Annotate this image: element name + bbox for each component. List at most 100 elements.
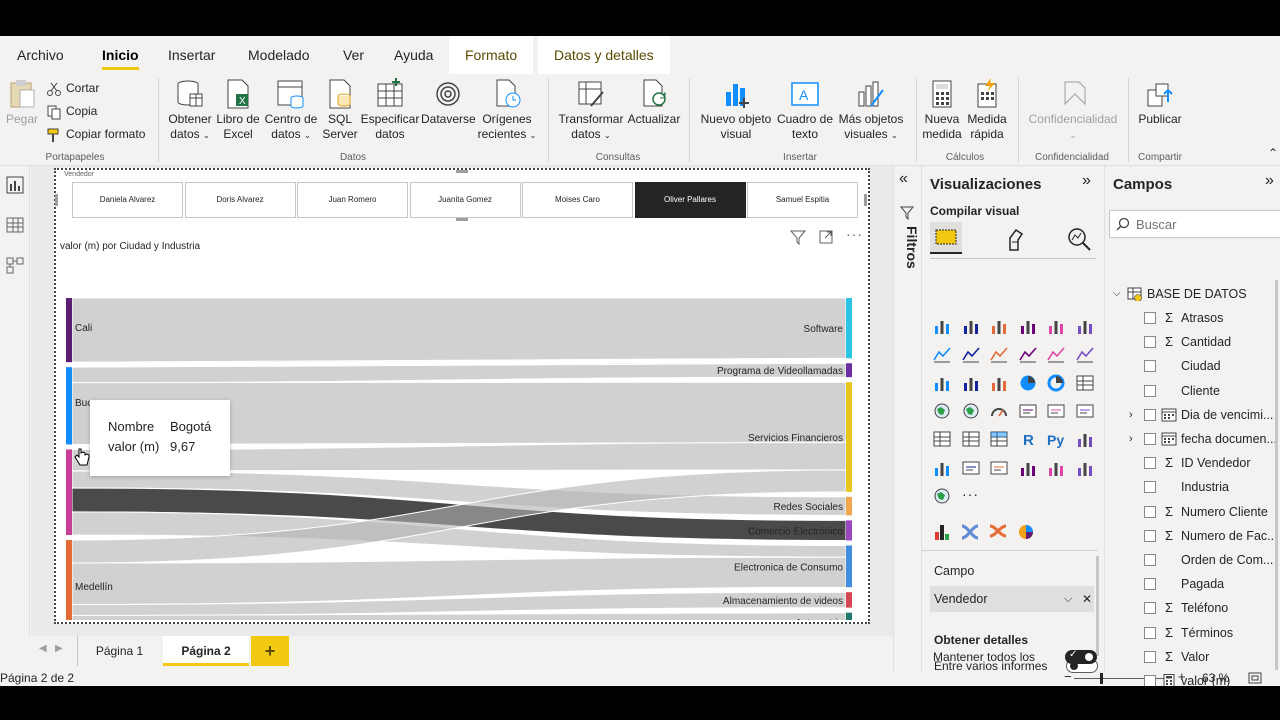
textbox-button[interactable]: A Cuadro de texto — [775, 78, 835, 142]
add-page-button[interactable]: + — [251, 636, 289, 666]
sankey-target-node[interactable] — [846, 363, 852, 378]
donut-icon[interactable] — [1046, 373, 1066, 393]
more-visuals-button[interactable]: Más objetos visuales ⌄ — [836, 78, 906, 143]
sankey-target-node[interactable] — [846, 382, 852, 492]
100-column-icon[interactable] — [1075, 316, 1095, 336]
collapse-ribbon-icon[interactable]: ⌃ — [1268, 146, 1278, 160]
tab-archivo[interactable]: Archivo — [17, 36, 64, 74]
focus-mode-icon[interactable] — [818, 229, 834, 245]
field-checkbox[interactable] — [1144, 384, 1156, 397]
slicer-icon[interactable] — [932, 429, 952, 449]
field-item[interactable]: valor (m) — [1105, 669, 1280, 686]
filter-icon[interactable] — [790, 229, 806, 245]
smart-narrative-icon[interactable] — [989, 458, 1009, 478]
field-checkbox[interactable] — [1144, 408, 1156, 421]
search-input[interactable] — [1136, 214, 1276, 234]
field-checkbox[interactable] — [1144, 626, 1156, 639]
refresh-button[interactable]: Actualizar — [626, 78, 682, 127]
analytics-icon[interactable] — [1066, 226, 1092, 252]
keep-all-filters-toggle[interactable]: ✓ — [1065, 649, 1097, 664]
model-view-icon[interactable] — [6, 256, 24, 274]
field-item[interactable]: Σ Atrasos — [1105, 306, 1280, 330]
campo-well[interactable]: Vendedor ⌵ ✕ — [930, 586, 1094, 612]
field-item[interactable]: Ciudad — [1105, 354, 1280, 378]
viz-scrollbar[interactable] — [1096, 556, 1099, 656]
clustered-bar-icon[interactable] — [989, 316, 1009, 336]
treemap-icon[interactable] — [1075, 373, 1095, 393]
page-tab-2[interactable]: Página 2 — [163, 636, 249, 666]
funnel-icon[interactable] — [961, 373, 981, 393]
data-view-icon[interactable] — [6, 216, 24, 234]
new-measure-button[interactable]: Nueva medida — [922, 78, 962, 142]
field-checkbox[interactable] — [1144, 312, 1156, 324]
line-clustered-icon[interactable] — [1046, 344, 1066, 364]
clustered-column-icon[interactable] — [1018, 316, 1038, 336]
report-view-icon[interactable] — [6, 176, 24, 194]
matrix-icon[interactable] — [989, 429, 1009, 449]
expand-filters-icon[interactable]: « — [899, 170, 908, 188]
field-item[interactable]: Σ Cantidad — [1105, 330, 1280, 354]
more-options-icon[interactable]: ··· — [846, 226, 863, 242]
sankey-link[interactable] — [71, 297, 847, 363]
field-item[interactable]: Σ Numero de Fac... — [1105, 524, 1280, 548]
slicer-item[interactable]: Moises Caro — [522, 182, 633, 218]
custom-visual-2-icon[interactable] — [960, 522, 980, 542]
sql-server-button[interactable]: SQL Server — [321, 78, 359, 142]
field-item[interactable]: Σ Valor — [1105, 645, 1280, 669]
zoom-slider-thumb[interactable] — [1100, 673, 1103, 684]
field-checkbox[interactable] — [1144, 675, 1156, 686]
ribbon-icon[interactable] — [1075, 344, 1095, 364]
waterfall-icon[interactable] — [932, 373, 952, 393]
sankey-source-node[interactable] — [66, 367, 72, 445]
chevron-right-icon[interactable]: › — [1129, 427, 1133, 451]
field-checkbox[interactable] — [1144, 650, 1156, 663]
tab-modelado[interactable]: Modelado — [248, 36, 310, 74]
area-icon[interactable] — [961, 344, 981, 364]
quick-measure-button[interactable]: Medida rápida — [964, 78, 1010, 142]
key-influencers-icon[interactable] — [1075, 429, 1095, 449]
transform-data-button[interactable]: Transformar datos ⌄ — [557, 78, 625, 143]
stacked-area-icon[interactable] — [989, 344, 1009, 364]
slicer-item[interactable]: Juanita Gomez — [409, 182, 521, 218]
line-icon[interactable] — [932, 344, 952, 364]
r-script-icon[interactable]: R — [1018, 429, 1038, 449]
prev-page-icon[interactable]: ◀ — [39, 643, 47, 654]
map-icon[interactable] — [932, 401, 952, 421]
dataverse-button[interactable]: Dataverse — [421, 78, 476, 127]
card-icon[interactable] — [1018, 401, 1038, 421]
chevron-down-icon[interactable]: ⌵ — [1113, 282, 1121, 306]
sankey-target-node[interactable] — [846, 496, 852, 516]
table-node[interactable]: ⌵ BASE DE DATOS — [1105, 282, 1280, 306]
paste-button[interactable]: Pegar — [5, 78, 39, 127]
recent-sources-button[interactable]: Orígenes recientes ⌄ — [476, 78, 538, 143]
sankey-source-node[interactable] — [66, 540, 72, 620]
field-checkbox[interactable] — [1144, 505, 1156, 518]
tab-insertar[interactable]: Insertar — [168, 36, 215, 74]
field-item[interactable]: › fecha documen... — [1105, 427, 1280, 451]
gauge-icon[interactable] — [989, 401, 1009, 421]
sankey-visual-icon[interactable] — [988, 522, 1008, 542]
field-checkbox[interactable] — [1144, 554, 1156, 566]
filters-pane[interactable]: « Filtros — [893, 166, 921, 672]
stacked-bar-icon[interactable] — [932, 316, 952, 336]
cut-button[interactable]: Cortar — [46, 78, 99, 98]
format-visual-icon[interactable] — [1002, 226, 1028, 252]
qa-icon[interactable] — [961, 458, 981, 478]
tab-formato[interactable]: Formato — [449, 36, 534, 74]
field-checkbox[interactable] — [1144, 602, 1156, 615]
tab-ver[interactable]: Ver — [343, 36, 364, 74]
enter-data-button[interactable]: Especificar datos — [360, 78, 420, 142]
resize-handle-bottom[interactable] — [456, 218, 468, 221]
field-checkbox[interactable] — [1144, 336, 1156, 349]
slicer-item[interactable]: Oliver Pallares — [634, 182, 746, 218]
excel-button[interactable]: X Libro de Excel — [215, 78, 261, 142]
filled-map-icon[interactable] — [961, 401, 981, 421]
multirow-card-icon[interactable] — [1046, 401, 1066, 421]
get-data-button[interactable]: Obtener datos ⌄ — [166, 78, 214, 143]
power-apps-icon[interactable] — [1046, 458, 1066, 478]
decomposition-tree-icon[interactable] — [932, 458, 952, 478]
field-item[interactable]: Orden de Com... — [1105, 548, 1280, 572]
format-painter-button[interactable]: Copiar formato — [46, 124, 145, 144]
sankey-source-node[interactable] — [66, 298, 72, 363]
field-checkbox[interactable] — [1144, 433, 1156, 445]
